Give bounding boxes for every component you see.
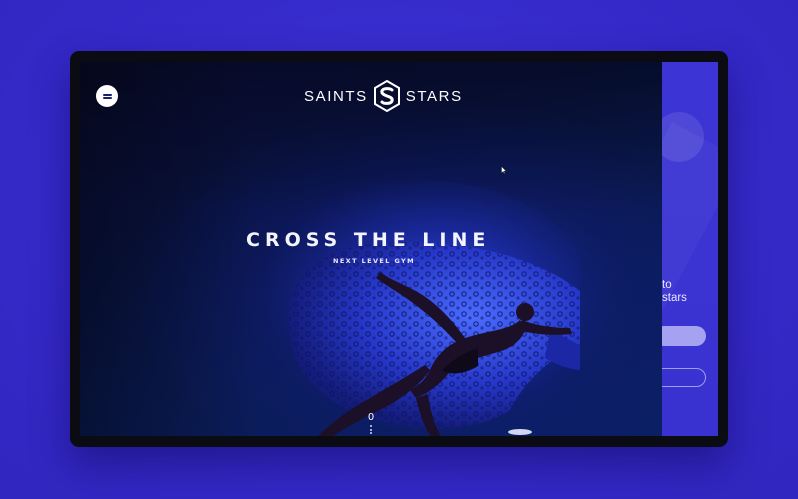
panel-heading-line2: stars <box>662 292 687 304</box>
hero-subtitle: NEXT LEVEL GYM <box>333 257 416 265</box>
panel-input-field[interactable] <box>662 326 706 346</box>
panel-heading-line1: to <box>662 279 672 291</box>
scroll-dots-icon <box>370 425 372 434</box>
panel-heading: to stars <box>662 279 687 305</box>
hero-title: CROSS THE LINE <box>246 229 491 251</box>
logo-text-left: SAINTS <box>304 87 368 105</box>
hero-section: SAINTS STARS CROSS THE LINE NEXT LEVEL G… <box>80 62 662 436</box>
hero-athlete-leopard-image <box>240 180 580 436</box>
site-logo[interactable]: SAINTS STARS <box>304 79 463 113</box>
panel-secondary-button[interactable] <box>662 368 706 387</box>
mouse-cursor-icon <box>501 166 507 174</box>
page-background: SAINTS STARS CROSS THE LINE NEXT LEVEL G… <box>0 0 798 499</box>
menu-icon <box>102 94 112 96</box>
device-frame: SAINTS STARS CROSS THE LINE NEXT LEVEL G… <box>70 51 728 447</box>
side-signup-panel: to stars <box>662 62 718 436</box>
saints-stars-s-logo-icon <box>373 80 400 112</box>
menu-button[interactable] <box>96 85 118 107</box>
scroll-number: 0 <box>367 412 375 423</box>
logo-text-right: STARS <box>405 87 463 105</box>
website-screen: SAINTS STARS CROSS THE LINE NEXT LEVEL G… <box>80 62 718 436</box>
scroll-indicator[interactable]: 0 <box>365 412 377 436</box>
menu-icon-bar <box>102 97 112 99</box>
